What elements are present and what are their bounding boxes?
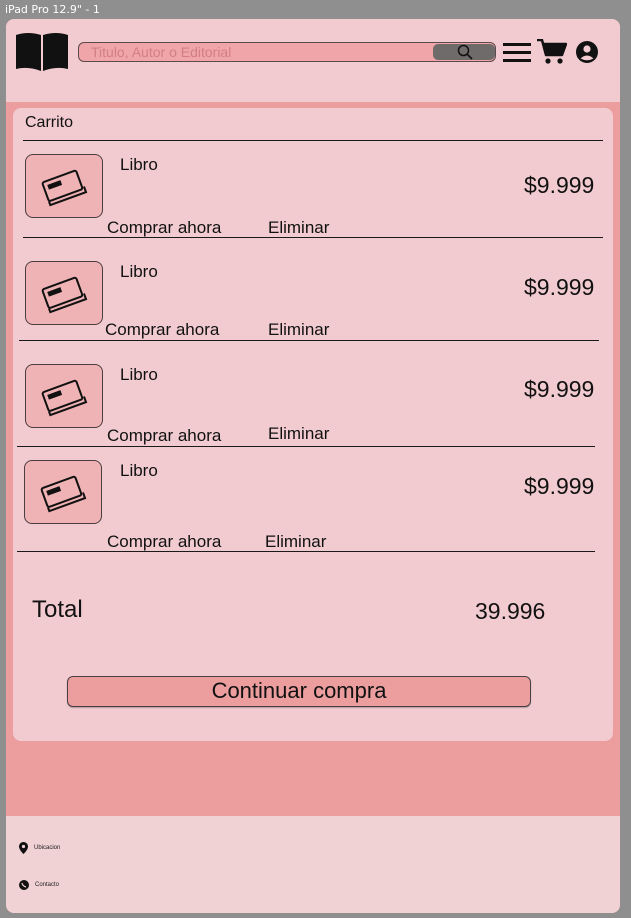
book-icon [40, 475, 87, 513]
hamburger-icon[interactable] [503, 43, 531, 63]
item-name: Libro [120, 262, 158, 281]
open-book-icon[interactable] [16, 31, 68, 71]
divider [17, 446, 595, 447]
contact-label: Contacto [35, 882, 60, 888]
footer: Ubicacion Contacto [6, 816, 620, 913]
cart-panel: Carrito Libro $9.999 Comprar ahora Elimi… [13, 108, 613, 741]
book-icon [41, 379, 88, 417]
buy-now-button[interactable]: Comprar ahora [107, 218, 221, 238]
search-icon [457, 44, 473, 60]
book-thumbnail[interactable] [25, 364, 103, 428]
book-icon [41, 169, 88, 207]
item-price: $9.999 [524, 172, 595, 198]
continue-purchase-button[interactable]: Continuar compra [67, 676, 531, 707]
remove-button[interactable]: Eliminar [268, 424, 329, 444]
location-label: Ubicacion [34, 845, 61, 851]
item-name: Libro [120, 365, 158, 384]
app-window: Titulo, Autor o Editorial Carrito Libro … [6, 19, 620, 913]
item-price: $9.999 [524, 473, 595, 499]
divider [23, 140, 603, 141]
total-label: Total [32, 596, 83, 623]
location-pin-icon [19, 842, 28, 854]
footer-contact[interactable]: Contacto [19, 880, 59, 890]
item-name: Libro [120, 155, 158, 174]
divider [17, 551, 595, 552]
book-thumbnail[interactable] [24, 460, 102, 524]
remove-button[interactable]: Eliminar [268, 320, 329, 340]
header: Titulo, Autor o Editorial [6, 19, 620, 102]
shopping-cart-icon[interactable] [537, 39, 567, 65]
buy-now-button[interactable]: Comprar ahora [105, 320, 219, 340]
item-name: Libro [120, 461, 158, 480]
search-input[interactable]: Titulo, Autor o Editorial [91, 44, 231, 61]
remove-button[interactable]: Eliminar [268, 218, 329, 238]
item-price: $9.999 [524, 274, 595, 300]
book-thumbnail[interactable] [25, 261, 103, 325]
search-bar: Titulo, Autor o Editorial [78, 42, 496, 62]
book-thumbnail[interactable] [25, 154, 103, 218]
artboard-label: iPad Pro 12.9" - 1 [5, 3, 100, 16]
footer-location[interactable]: Ubicacion [19, 842, 60, 854]
item-price: $9.999 [524, 376, 595, 402]
cart-title: Carrito [25, 114, 74, 131]
total-value: 39.996 [475, 598, 546, 624]
phone-icon [19, 880, 29, 890]
buy-now-button[interactable]: Comprar ahora [107, 532, 221, 552]
divider [19, 340, 599, 341]
user-icon[interactable] [576, 41, 598, 63]
search-button[interactable] [433, 44, 495, 60]
remove-button[interactable]: Eliminar [265, 532, 326, 552]
book-icon [41, 276, 88, 314]
divider [23, 237, 603, 238]
buy-now-button[interactable]: Comprar ahora [107, 426, 221, 446]
